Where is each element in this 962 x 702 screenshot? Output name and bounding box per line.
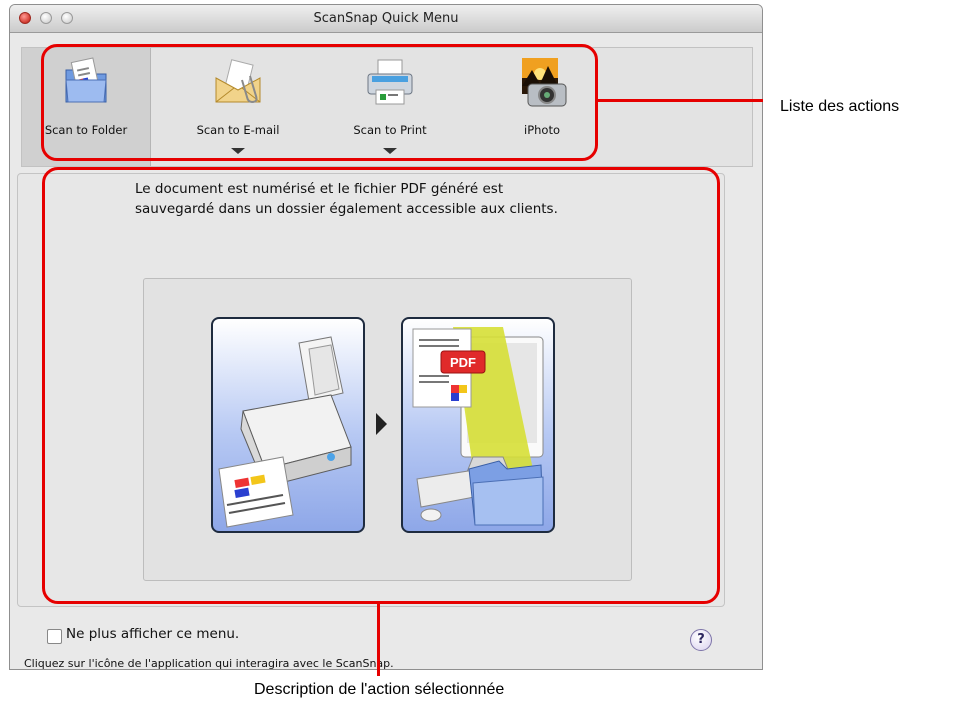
annotation-actions-list: Liste des actions xyxy=(780,98,900,115)
help-icon[interactable]: ? xyxy=(690,629,712,651)
window-title: ScanSnap Quick Menu xyxy=(313,11,459,26)
hint-text: Cliquez sur l'icône de l'application qui… xyxy=(24,657,394,670)
title-bar[interactable]: ScanSnap Quick Menu xyxy=(10,5,762,33)
actions-list-callout xyxy=(41,44,598,161)
actions-list-leader-line xyxy=(595,99,763,102)
dont-show-checkbox-label[interactable]: Ne plus afficher ce menu. xyxy=(66,626,239,642)
description-leader-line xyxy=(377,602,380,676)
annotation-description: Description de l'action sélectionnée xyxy=(254,681,505,698)
description-callout xyxy=(42,167,720,604)
dont-show-checkbox[interactable] xyxy=(47,629,62,644)
